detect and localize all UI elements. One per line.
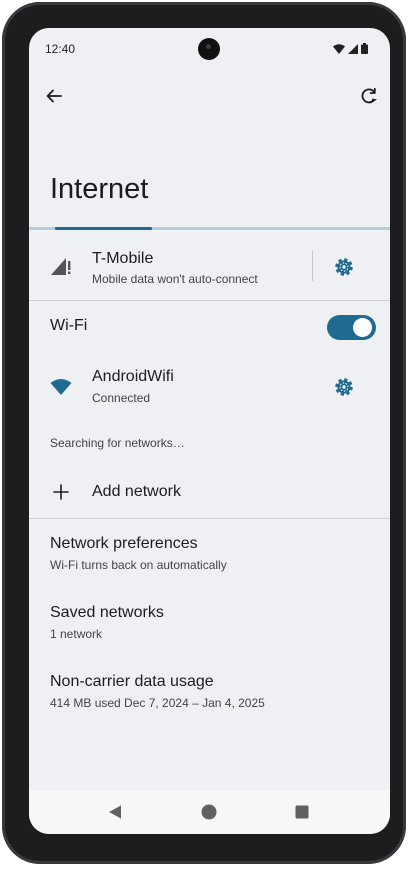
network-settings-button[interactable] bbox=[332, 375, 356, 399]
wifi-toggle-knob bbox=[353, 318, 372, 337]
camera-cutout bbox=[198, 38, 220, 60]
device-frame: 12:40 Internet T-Mobile Mobile data won'… bbox=[2, 2, 406, 864]
add-network-label: Add network bbox=[92, 483, 181, 500]
plus-icon-wrap bbox=[50, 481, 72, 503]
screen: 12:40 Internet T-Mobile Mobile data won'… bbox=[29, 28, 390, 834]
signal-icon bbox=[51, 258, 71, 275]
wifi-label: Wi-Fi bbox=[50, 317, 88, 334]
carrier-name: T-Mobile bbox=[92, 250, 154, 267]
network-preferences-row[interactable]: Network preferences Wi-Fi turns back on … bbox=[29, 525, 390, 585]
saved-networks-title: Saved networks bbox=[50, 604, 164, 621]
app-bar bbox=[29, 78, 390, 114]
carrier-separator bbox=[312, 251, 313, 281]
carrier-settings-button[interactable] bbox=[332, 255, 356, 279]
nav-back-button[interactable] bbox=[103, 800, 127, 824]
square-recents-icon bbox=[295, 805, 309, 819]
refresh-icon bbox=[361, 87, 377, 104]
network-preferences-subtitle: Wi-Fi turns back on automatically bbox=[50, 558, 227, 572]
refresh-button[interactable] bbox=[356, 83, 382, 109]
signal-status-icon bbox=[348, 43, 358, 54]
data-usage-row[interactable]: Non-carrier data usage 414 MB used Dec 7… bbox=[29, 663, 390, 723]
status-icons bbox=[333, 43, 368, 54]
carrier-row[interactable]: T-Mobile Mobile data won't auto-connect bbox=[29, 230, 390, 300]
circle-home-icon bbox=[201, 804, 217, 820]
nav-recents-button[interactable] bbox=[290, 800, 314, 824]
connected-network-row[interactable]: AndroidWifi Connected bbox=[29, 358, 390, 420]
nav-home-button[interactable] bbox=[197, 800, 221, 824]
page-title: Internet bbox=[50, 173, 149, 205]
add-network-divider bbox=[29, 518, 390, 519]
wifi-status-icon bbox=[333, 43, 345, 54]
navigation-bar bbox=[29, 790, 390, 834]
network-status: Connected bbox=[92, 391, 151, 405]
arrow-left-icon bbox=[46, 89, 62, 103]
wifi-icon bbox=[50, 379, 72, 395]
scanning-text: Searching for networks… bbox=[50, 436, 185, 450]
wifi-icon-wrap bbox=[49, 375, 73, 399]
network-name: AndroidWifi bbox=[92, 368, 174, 385]
data-usage-title: Non-carrier data usage bbox=[50, 673, 214, 690]
saved-networks-row[interactable]: Saved networks 1 network bbox=[29, 594, 390, 654]
back-button[interactable] bbox=[41, 83, 67, 109]
gear-icon bbox=[335, 378, 353, 396]
signal-icon-wrap bbox=[49, 254, 73, 278]
network-preferences-title: Network preferences bbox=[50, 535, 198, 552]
saved-networks-subtitle: 1 network bbox=[50, 627, 103, 641]
add-network-row[interactable]: Add network bbox=[29, 468, 390, 518]
plus-icon bbox=[53, 484, 69, 500]
carrier-subtitle: Mobile data won't auto-connect bbox=[92, 272, 258, 286]
battery-status-icon bbox=[361, 43, 368, 54]
wifi-toggle[interactable] bbox=[327, 315, 376, 340]
triangle-back-icon bbox=[109, 805, 121, 819]
data-usage-subtitle: 414 MB used Dec 7, 2024 – Jan 4, 2025 bbox=[50, 696, 265, 710]
gear-icon bbox=[335, 258, 353, 276]
status-time: 12:40 bbox=[45, 42, 76, 56]
status-bar: 12:40 bbox=[29, 28, 390, 72]
